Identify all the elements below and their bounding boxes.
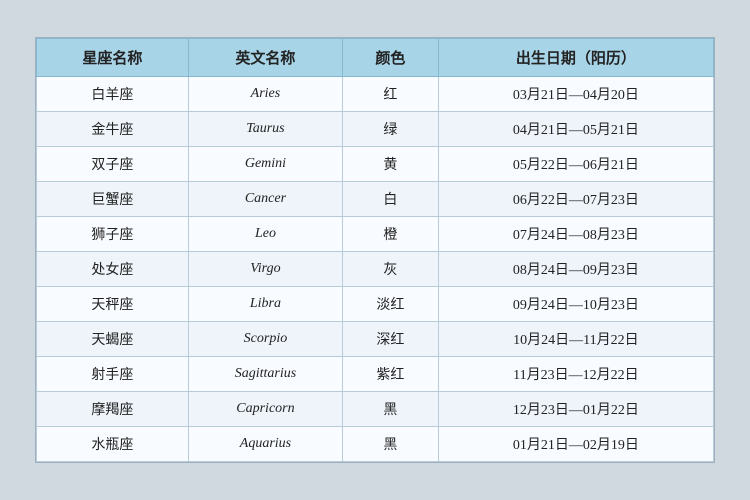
cell-color: 淡红 bbox=[343, 287, 439, 322]
cell-en-name: Leo bbox=[188, 217, 342, 252]
cell-date: 09月24日—10月23日 bbox=[438, 287, 713, 322]
cell-color: 灰 bbox=[343, 252, 439, 287]
cell-zh-name: 天蝎座 bbox=[37, 322, 189, 357]
cell-color: 绿 bbox=[343, 112, 439, 147]
table-row: 天秤座Libra淡红09月24日—10月23日 bbox=[37, 287, 714, 322]
cell-date: 12月23日—01月22日 bbox=[438, 392, 713, 427]
cell-date: 01月21日—02月19日 bbox=[438, 427, 713, 462]
cell-en-name: Libra bbox=[188, 287, 342, 322]
cell-en-name: Capricorn bbox=[188, 392, 342, 427]
cell-date: 08月24日—09月23日 bbox=[438, 252, 713, 287]
table-row: 双子座Gemini黄05月22日—06月21日 bbox=[37, 147, 714, 182]
header-en-name: 英文名称 bbox=[188, 39, 342, 77]
cell-color: 橙 bbox=[343, 217, 439, 252]
cell-date: 07月24日—08月23日 bbox=[438, 217, 713, 252]
cell-zh-name: 水瓶座 bbox=[37, 427, 189, 462]
cell-en-name: Sagittarius bbox=[188, 357, 342, 392]
table-row: 金牛座Taurus绿04月21日—05月21日 bbox=[37, 112, 714, 147]
table-row: 摩羯座Capricorn黑12月23日—01月22日 bbox=[37, 392, 714, 427]
table-row: 处女座Virgo灰08月24日—09月23日 bbox=[37, 252, 714, 287]
cell-date: 05月22日—06月21日 bbox=[438, 147, 713, 182]
cell-en-name: Virgo bbox=[188, 252, 342, 287]
table-row: 白羊座Aries红03月21日—04月20日 bbox=[37, 77, 714, 112]
cell-en-name: Cancer bbox=[188, 182, 342, 217]
header-date: 出生日期（阳历） bbox=[438, 39, 713, 77]
cell-color: 黑 bbox=[343, 392, 439, 427]
cell-date: 11月23日—12月22日 bbox=[438, 357, 713, 392]
zodiac-table: 星座名称 英文名称 颜色 出生日期（阳历） 白羊座Aries红03月21日—04… bbox=[36, 38, 714, 462]
cell-color: 黄 bbox=[343, 147, 439, 182]
table-row: 狮子座Leo橙07月24日—08月23日 bbox=[37, 217, 714, 252]
cell-zh-name: 射手座 bbox=[37, 357, 189, 392]
cell-zh-name: 金牛座 bbox=[37, 112, 189, 147]
cell-color: 红 bbox=[343, 77, 439, 112]
header-zh-name: 星座名称 bbox=[37, 39, 189, 77]
cell-en-name: Aquarius bbox=[188, 427, 342, 462]
cell-zh-name: 处女座 bbox=[37, 252, 189, 287]
cell-zh-name: 白羊座 bbox=[37, 77, 189, 112]
table-header-row: 星座名称 英文名称 颜色 出生日期（阳历） bbox=[37, 39, 714, 77]
table-body: 白羊座Aries红03月21日—04月20日金牛座Taurus绿04月21日—0… bbox=[37, 77, 714, 462]
cell-zh-name: 双子座 bbox=[37, 147, 189, 182]
table-row: 射手座Sagittarius紫红11月23日—12月22日 bbox=[37, 357, 714, 392]
table-row: 巨蟹座Cancer白06月22日—07月23日 bbox=[37, 182, 714, 217]
cell-en-name: Scorpio bbox=[188, 322, 342, 357]
cell-date: 06月22日—07月23日 bbox=[438, 182, 713, 217]
cell-en-name: Aries bbox=[188, 77, 342, 112]
cell-color: 深红 bbox=[343, 322, 439, 357]
header-color: 颜色 bbox=[343, 39, 439, 77]
cell-color: 白 bbox=[343, 182, 439, 217]
cell-date: 10月24日—11月22日 bbox=[438, 322, 713, 357]
cell-en-name: Gemini bbox=[188, 147, 342, 182]
table-row: 天蝎座Scorpio深红10月24日—11月22日 bbox=[37, 322, 714, 357]
cell-zh-name: 狮子座 bbox=[37, 217, 189, 252]
cell-date: 03月21日—04月20日 bbox=[438, 77, 713, 112]
zodiac-table-container: 星座名称 英文名称 颜色 出生日期（阳历） 白羊座Aries红03月21日—04… bbox=[35, 37, 715, 463]
cell-color: 紫红 bbox=[343, 357, 439, 392]
cell-zh-name: 巨蟹座 bbox=[37, 182, 189, 217]
cell-zh-name: 摩羯座 bbox=[37, 392, 189, 427]
cell-date: 04月21日—05月21日 bbox=[438, 112, 713, 147]
cell-zh-name: 天秤座 bbox=[37, 287, 189, 322]
cell-en-name: Taurus bbox=[188, 112, 342, 147]
table-row: 水瓶座Aquarius黑01月21日—02月19日 bbox=[37, 427, 714, 462]
cell-color: 黑 bbox=[343, 427, 439, 462]
